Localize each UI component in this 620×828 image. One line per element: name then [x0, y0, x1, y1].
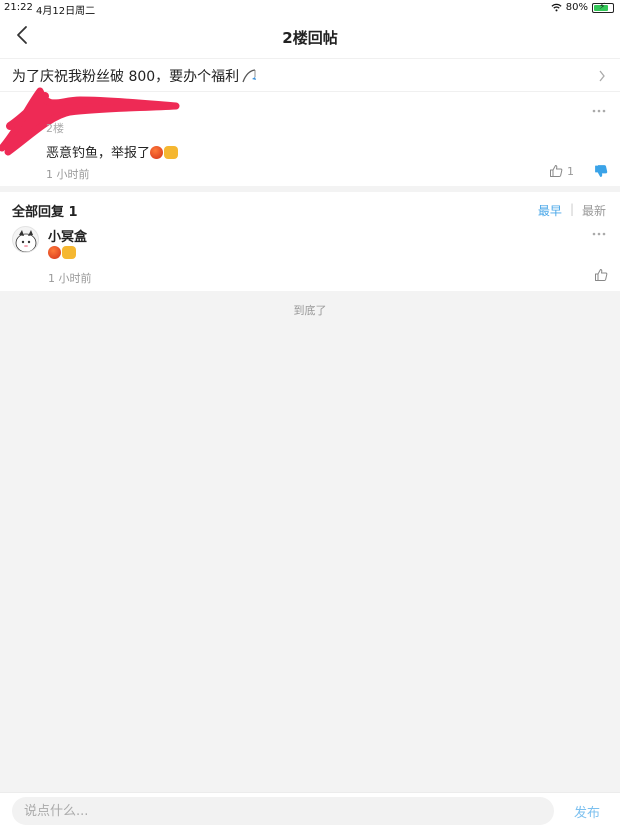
nav-bar: 2楼回帖: [0, 16, 620, 58]
like-button[interactable]: 1: [549, 164, 574, 178]
angry-emoji-icon: [48, 246, 61, 259]
reply-time: 1 小时前: [48, 272, 92, 285]
thread-title: 为了庆祝我粉丝破 800，要办个福利: [12, 66, 257, 86]
comment-input[interactable]: [12, 797, 554, 825]
replies-section: 全部回复 1 最早 | 最新 小冥盒 1 小时前: [0, 192, 620, 291]
more-options-icon[interactable]: [592, 232, 606, 236]
main-post: 2楼 恶意钓鱼，举报了 1 小时前 1: [0, 87, 620, 186]
end-of-list-text: 到底了: [293, 304, 327, 317]
publish-button[interactable]: 发布: [574, 802, 600, 821]
thumbs-up-icon: [550, 165, 563, 177]
reply-username[interactable]: 小冥盒: [48, 226, 87, 245]
sort-toggle: 最早 | 最新: [538, 202, 606, 219]
replies-heading: 全部回复 1: [12, 205, 78, 220]
status-bar: 21:22 4月12日周二 80% ⚡: [0, 0, 620, 17]
chevron-right-icon: [599, 70, 605, 82]
post-time: 1 小时前: [46, 168, 90, 181]
fist-emoji-icon: [164, 146, 179, 159]
angry-emoji-icon: [150, 146, 164, 159]
status-date: 4月12日周二: [36, 6, 96, 17]
page-title: 2楼回帖: [282, 29, 338, 47]
cartoon-avatar-icon: [15, 230, 37, 252]
sort-separator: |: [569, 202, 574, 216]
bottom-bar: 发布: [0, 792, 620, 828]
thumbs-down-icon[interactable]: [594, 164, 608, 178]
post-floor: 2楼: [46, 122, 64, 135]
sort-latest[interactable]: 最新: [582, 202, 606, 219]
like-count: 1: [567, 164, 574, 178]
more-options-icon[interactable]: [592, 109, 606, 113]
status-time: 21:22: [4, 2, 33, 13]
post-content: 恶意钓鱼，举报了: [46, 142, 179, 161]
fishing-rod-icon: [242, 69, 257, 83]
thumbs-up-icon[interactable]: [594, 268, 608, 282]
status-right: 80% ⚡: [551, 2, 614, 13]
reply-content: [48, 246, 76, 261]
charging-icon: ⚡: [599, 1, 606, 12]
sort-earliest[interactable]: 最早: [538, 202, 562, 219]
wifi-icon: [551, 3, 562, 12]
fist-emoji-icon: [62, 246, 76, 259]
battery-icon: ⚡: [592, 1, 614, 13]
avatar[interactable]: [12, 226, 39, 253]
battery-percent: 80%: [565, 2, 588, 13]
